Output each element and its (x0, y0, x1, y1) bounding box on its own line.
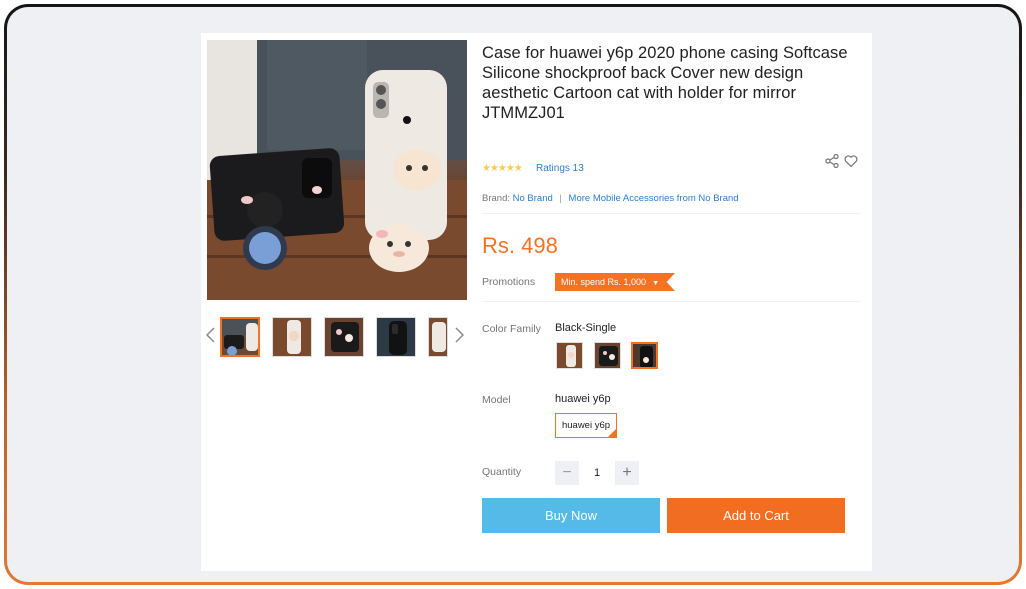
chevron-right-icon[interactable] (452, 324, 466, 346)
model-option-label: huawei y6p (561, 420, 611, 431)
share-icon[interactable] (825, 153, 839, 169)
model-value: huawei y6p (555, 393, 611, 405)
promotion-tag[interactable]: Min. spend Rs. 1,000 ▼ (555, 273, 675, 291)
selected-corner-indicator (608, 429, 616, 437)
color-swatch-1[interactable] (556, 342, 583, 369)
thumbnail-carousel (201, 314, 471, 358)
product-main-image[interactable] (207, 40, 467, 300)
promotion-text: Min. spend Rs. 1,000 (561, 277, 647, 287)
product-info-panel: Case for huawei y6p 2020 phone casing So… (482, 43, 862, 533)
add-to-cart-button[interactable]: Add to Cart (667, 498, 845, 533)
thumbnail-1[interactable] (220, 317, 260, 357)
color-family-label: Color Family (482, 323, 541, 335)
heart-icon[interactable] (844, 154, 858, 168)
buy-now-button[interactable]: Buy Now (482, 498, 660, 533)
minus-icon: − (562, 464, 572, 481)
thumbnail-2[interactable] (272, 317, 312, 357)
brand-row: Brand: No Brand | More Mobile Accessorie… (482, 193, 739, 204)
brand-separator: | (559, 193, 562, 204)
screenshot-frame: Case for huawei y6p 2020 phone casing So… (4, 4, 1022, 585)
brand-link[interactable]: No Brand (513, 193, 553, 204)
thumbnail-3[interactable] (324, 317, 364, 357)
ratings-row: ★★★★★ Ratings 13 (482, 153, 862, 177)
more-from-brand-link[interactable]: More Mobile Accessories from No Brand (569, 193, 739, 204)
plus-icon: + (622, 464, 632, 481)
color-swatch-2[interactable] (594, 342, 621, 369)
model-label: Model (482, 394, 511, 406)
rating-stars: ★★★★★ (482, 163, 523, 174)
chevron-down-icon: ▼ (652, 280, 659, 287)
chevron-left-icon[interactable] (203, 324, 217, 346)
brand-label: Brand: (482, 193, 510, 204)
quantity-decrease-button[interactable]: − (555, 461, 579, 485)
model-option-huawei-y6p[interactable]: huawei y6p (555, 413, 617, 438)
quantity-label: Quantity (482, 466, 522, 478)
page-background: Case for huawei y6p 2020 phone casing So… (7, 7, 1019, 582)
quantity-input[interactable] (581, 461, 613, 485)
divider (482, 301, 860, 302)
promotions-label: Promotions (482, 276, 536, 288)
thumbnail-4[interactable] (376, 317, 416, 357)
product-title: Case for huawei y6p 2020 phone casing So… (482, 44, 848, 122)
color-family-value: Black-Single (555, 322, 617, 334)
quantity-increase-button[interactable]: + (615, 461, 639, 485)
thumbnail-5[interactable] (428, 317, 448, 357)
price: Rs. 498 (482, 233, 558, 258)
product-card: Case for huawei y6p 2020 phone casing So… (201, 33, 872, 571)
color-swatch-3[interactable] (631, 342, 658, 369)
ratings-link[interactable]: Ratings 13 (536, 163, 584, 174)
divider (482, 213, 860, 214)
